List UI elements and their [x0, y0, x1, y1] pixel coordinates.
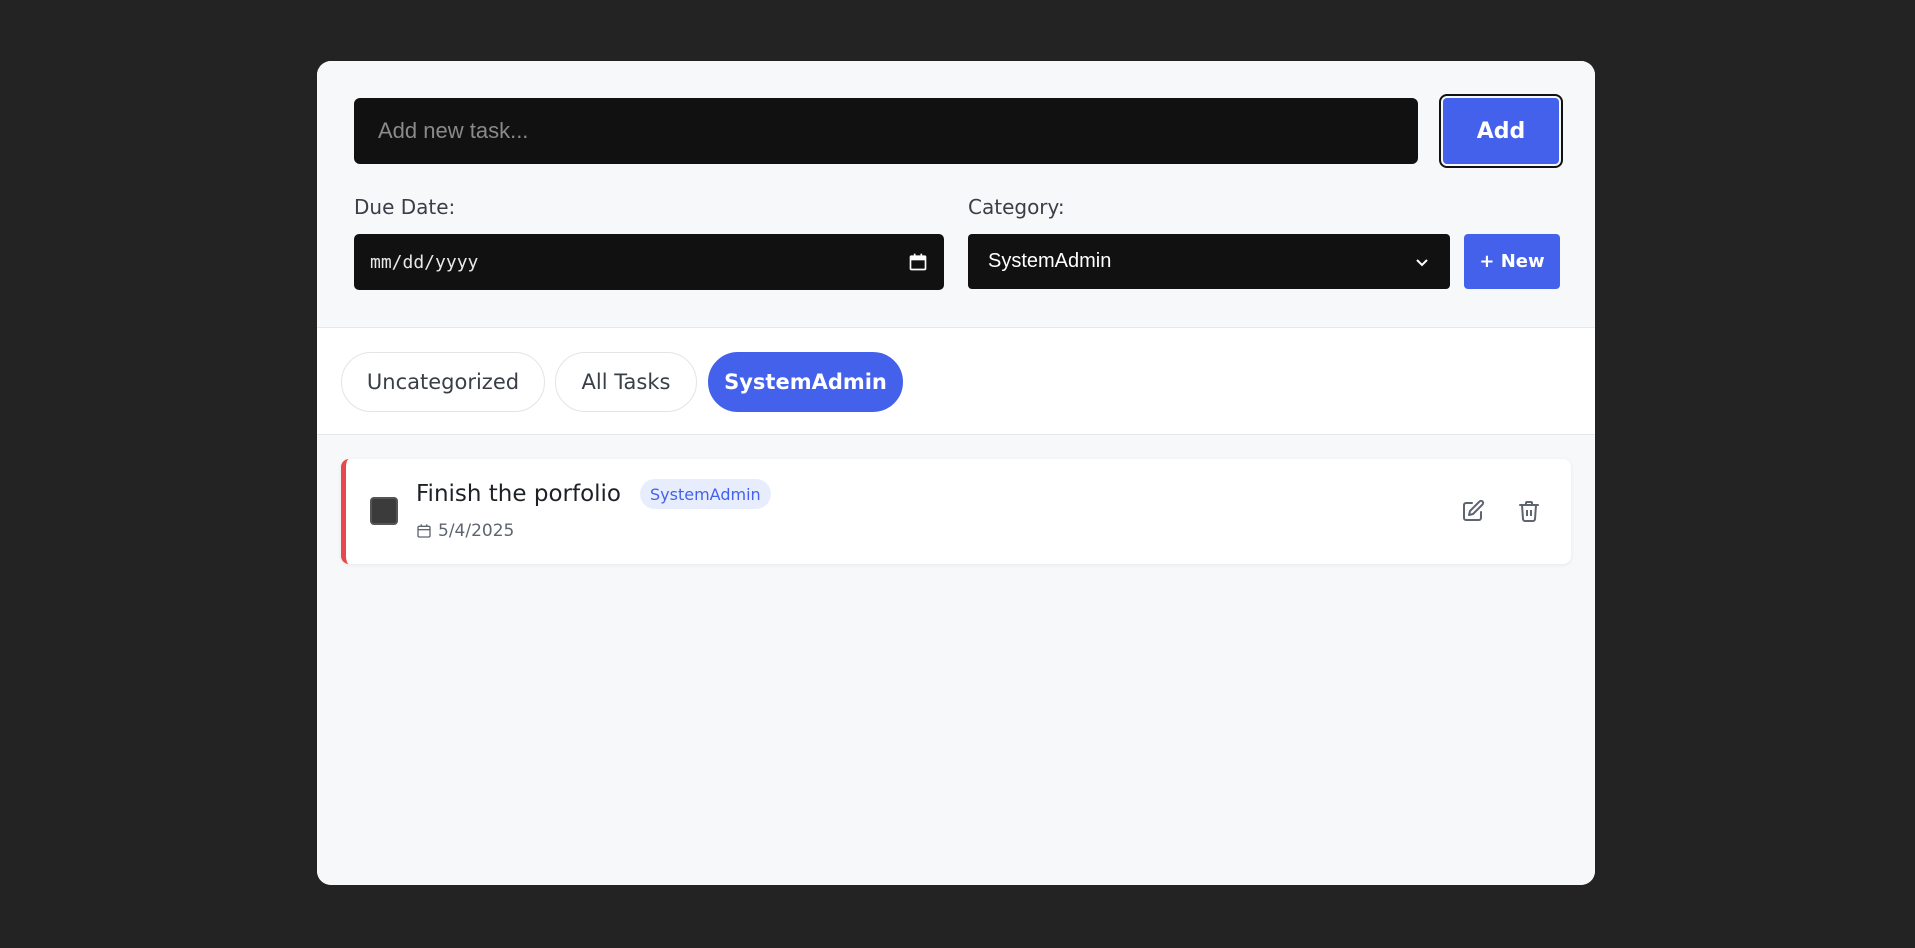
task-title: Finish the porfolio [416, 481, 621, 507]
todo-app-card: Add Due Date: mm/dd/yyyy Category: Syste… [317, 61, 1595, 885]
chevron-down-icon [1416, 258, 1428, 266]
due-date-label: Due Date: [354, 195, 456, 219]
delete-task-button[interactable] [1513, 495, 1545, 527]
tab-uncategorized[interactable]: Uncategorized [341, 352, 545, 412]
task-list: Finish the porfolio SystemAdmin 5/4/2025 [317, 435, 1595, 885]
due-date-input[interactable]: mm/dd/yyyy [354, 234, 944, 290]
date-input-value: mm/dd/yyyy [370, 251, 479, 273]
calendar-icon[interactable] [908, 252, 928, 272]
task-complete-checkbox[interactable] [370, 497, 398, 525]
task-form: Add Due Date: mm/dd/yyyy Category: Syste… [317, 61, 1595, 328]
trash-icon [1519, 501, 1539, 522]
task-due-date-text: 5/4/2025 [438, 521, 515, 541]
category-select[interactable]: SystemAdmin [968, 234, 1450, 289]
edit-task-button[interactable] [1457, 495, 1489, 527]
edit-icon [1463, 499, 1485, 521]
task-category-badge: SystemAdmin [640, 479, 771, 509]
task-due-date: 5/4/2025 [416, 521, 514, 541]
category-select-value: SystemAdmin [988, 250, 1112, 272]
add-task-button[interactable]: Add [1443, 98, 1559, 164]
category-label: Category: [968, 195, 1065, 219]
calendar-icon [417, 524, 431, 538]
task-row: Finish the porfolio SystemAdmin 5/4/2025 [341, 459, 1571, 564]
new-category-button[interactable]: + New [1464, 234, 1560, 289]
category-tabs: Uncategorized All Tasks SystemAdmin [317, 328, 1595, 435]
add-button-focus-ring: Add [1439, 94, 1563, 168]
tab-all-tasks[interactable]: All Tasks [555, 352, 697, 412]
tab-systemadmin[interactable]: SystemAdmin [708, 352, 903, 412]
new-task-input[interactable] [354, 98, 1418, 164]
